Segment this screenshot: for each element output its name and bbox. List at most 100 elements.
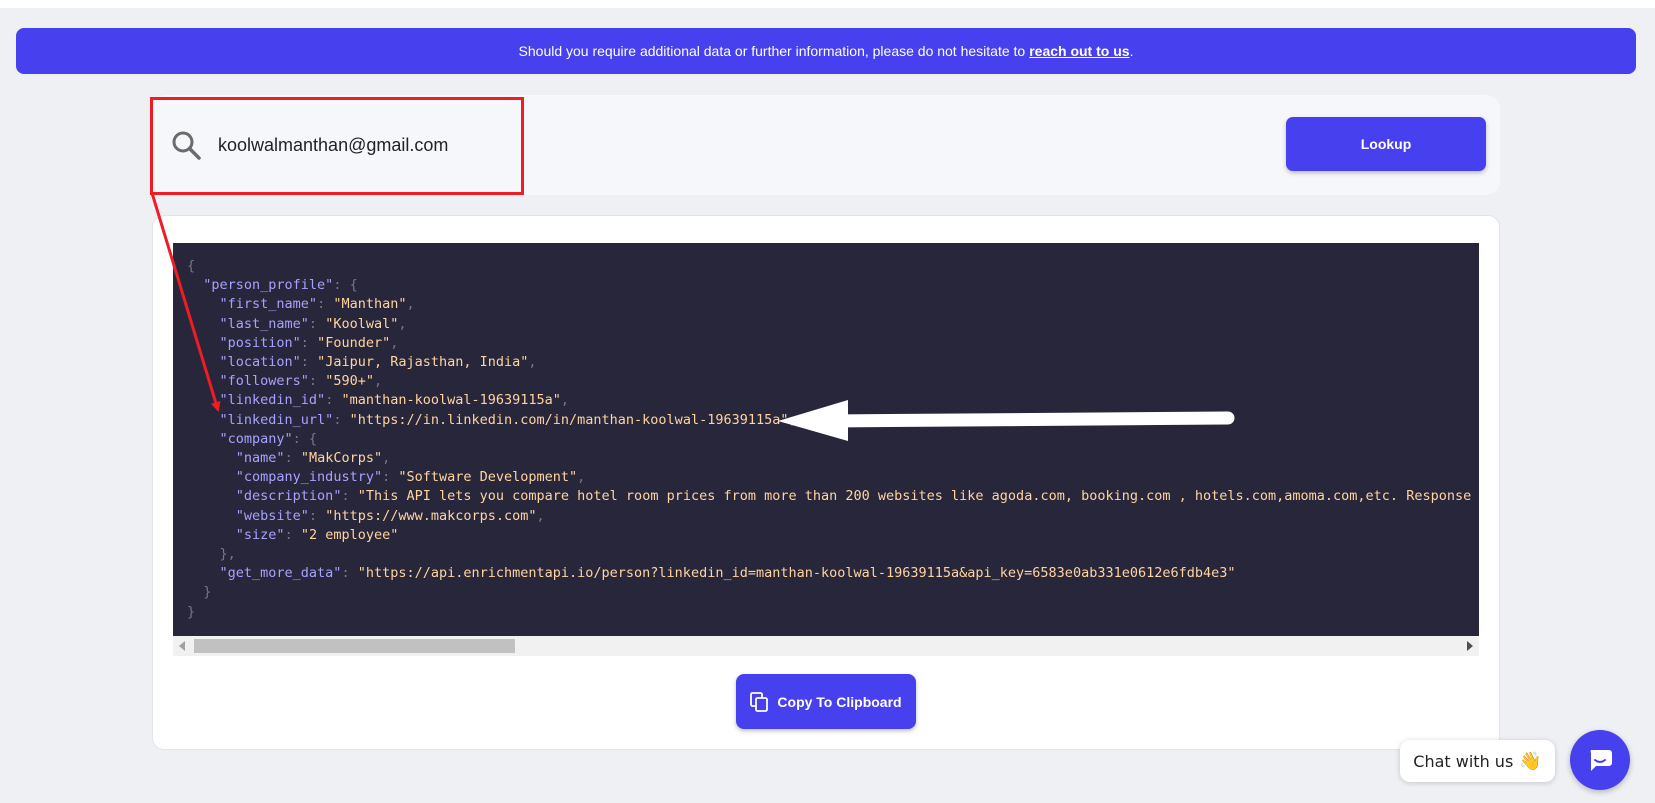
code-line: "get_more_data": "https://api.enrichment… [187, 564, 1479, 583]
json-key: "description" [235, 488, 342, 505]
json-punct: , [528, 354, 537, 371]
json-value: "590+" [325, 373, 374, 390]
code-line: "last_name": "Koolwal", [187, 315, 1479, 334]
json-punct: , [382, 450, 391, 467]
waving-hand-icon: 👋 [1519, 750, 1542, 772]
json-punct: : [382, 469, 399, 486]
json-output-panel[interactable]: { "person_profile": { "first_name": "Man… [173, 243, 1479, 636]
json-punct: : { [333, 277, 358, 294]
json-punct: , [406, 296, 415, 313]
code-line: "linkedin_id": "manthan-koolwal-19639115… [187, 391, 1479, 410]
json-punct: : [325, 392, 342, 409]
json-punct: , [577, 469, 586, 486]
json-punct: , [373, 373, 383, 390]
json-punct: } [203, 584, 212, 601]
json-punct [187, 412, 220, 428]
json-punct: , [390, 334, 399, 351]
json-punct [187, 450, 236, 466]
json-value: "Koolwal" [325, 315, 399, 332]
json-punct [187, 296, 220, 312]
code-line: "company_industry": "Software Developmen… [187, 468, 1479, 487]
json-punct: : [341, 488, 358, 505]
json-value: "manthan-koolwal-19639115a" [341, 392, 561, 409]
json-punct [187, 546, 220, 562]
code-line: } [187, 603, 1479, 622]
json-key: "position" [219, 334, 301, 351]
code-line: }, [187, 545, 1479, 564]
json-value: "Manthan" [333, 296, 407, 313]
json-punct: : [284, 526, 301, 543]
json-punct [187, 392, 220, 408]
json-punct [187, 335, 220, 351]
code-line: "followers": "590+", [187, 372, 1479, 391]
json-value: "Jaipur, Rajasthan, India" [317, 354, 529, 371]
json-punct [187, 277, 203, 293]
scroll-right-arrow-icon[interactable] [1467, 641, 1473, 651]
json-punct [187, 316, 220, 332]
code-line: "person_profile": { [187, 276, 1479, 295]
code-line: } [187, 583, 1479, 602]
json-punct: , [560, 392, 570, 409]
json-punct [187, 584, 203, 600]
annotation-highlight-box [150, 97, 524, 195]
code-line: "size": "2 employee" [187, 526, 1479, 545]
json-punct: , [536, 507, 545, 524]
json-key: "person_profile" [203, 277, 334, 294]
json-punct: : { [292, 430, 318, 447]
json-key: "linkedin_id" [219, 392, 326, 409]
json-code: { "person_profile": { "first_name": "Man… [187, 257, 1479, 622]
chat-launcher-button[interactable] [1570, 730, 1630, 790]
json-punct: : [284, 450, 301, 467]
json-punct: : [341, 565, 358, 582]
json-punct [187, 565, 220, 581]
lookup-button[interactable]: Lookup [1286, 117, 1486, 171]
code-line: "description": "This API lets you compar… [187, 487, 1479, 506]
json-key: "get_more_data" [219, 565, 342, 582]
chat-bubble-icon [1590, 750, 1612, 771]
json-value: "Founder" [317, 334, 391, 351]
chat-with-us-label[interactable]: Chat with us 👋 [1400, 740, 1555, 782]
json-key: "linkedin_url" [219, 411, 334, 428]
code-line: "linkedin_url": "https://in.linkedin.com… [187, 411, 1479, 430]
json-punct: { [187, 258, 196, 274]
json-punct [187, 469, 236, 485]
json-value: "Software Development" [398, 469, 578, 486]
json-key: "company" [219, 430, 293, 447]
scroll-left-arrow-icon[interactable] [179, 641, 185, 651]
json-punct [187, 508, 236, 524]
json-punct: }, [219, 546, 236, 563]
banner-suffix: . [1129, 43, 1134, 59]
chat-label: Chat with us [1413, 751, 1514, 771]
json-value: "https://api.enrichmentapi.io/person?lin… [357, 565, 1236, 582]
json-punct: : [300, 334, 318, 351]
json-punct [187, 527, 236, 543]
json-punct: : [308, 507, 326, 524]
copy-to-clipboard-button[interactable]: Copy To Clipboard [736, 674, 916, 729]
json-key: "followers" [219, 373, 309, 390]
json-punct [187, 373, 220, 389]
json-punct: , [398, 315, 407, 332]
reach-out-link[interactable]: reach out to us [1029, 43, 1129, 59]
horizontal-scrollbar[interactable] [173, 636, 1479, 656]
info-banner: Should you require additional data or fu… [16, 28, 1636, 74]
copy-icon [750, 691, 769, 712]
top-strip [0, 0, 1655, 8]
json-key: "first_name" [219, 296, 318, 313]
json-key: "company_industry" [235, 469, 383, 486]
code-line: "name": "MakCorps", [187, 449, 1479, 468]
json-value: "https://in.linkedin.com/in/manthan-kool… [349, 411, 789, 428]
json-punct [187, 488, 236, 504]
code-line: "company": { [187, 430, 1479, 449]
code-line: "location": "Jaipur, Rajasthan, India", [187, 353, 1479, 372]
code-line: "website": "https://www.makcorps.com", [187, 507, 1479, 526]
json-value: "2 employee" [300, 526, 399, 543]
json-punct: : [333, 411, 350, 428]
json-key: "location" [219, 354, 301, 371]
json-punct: : [317, 296, 334, 313]
json-key: "last_name" [219, 315, 309, 332]
json-value: "This API lets you compare hotel room pr… [357, 488, 1479, 505]
json-punct: , [788, 411, 797, 428]
json-punct: } [187, 603, 196, 620]
code-line: { [187, 257, 1479, 276]
scrollbar-thumb[interactable] [194, 639, 515, 653]
